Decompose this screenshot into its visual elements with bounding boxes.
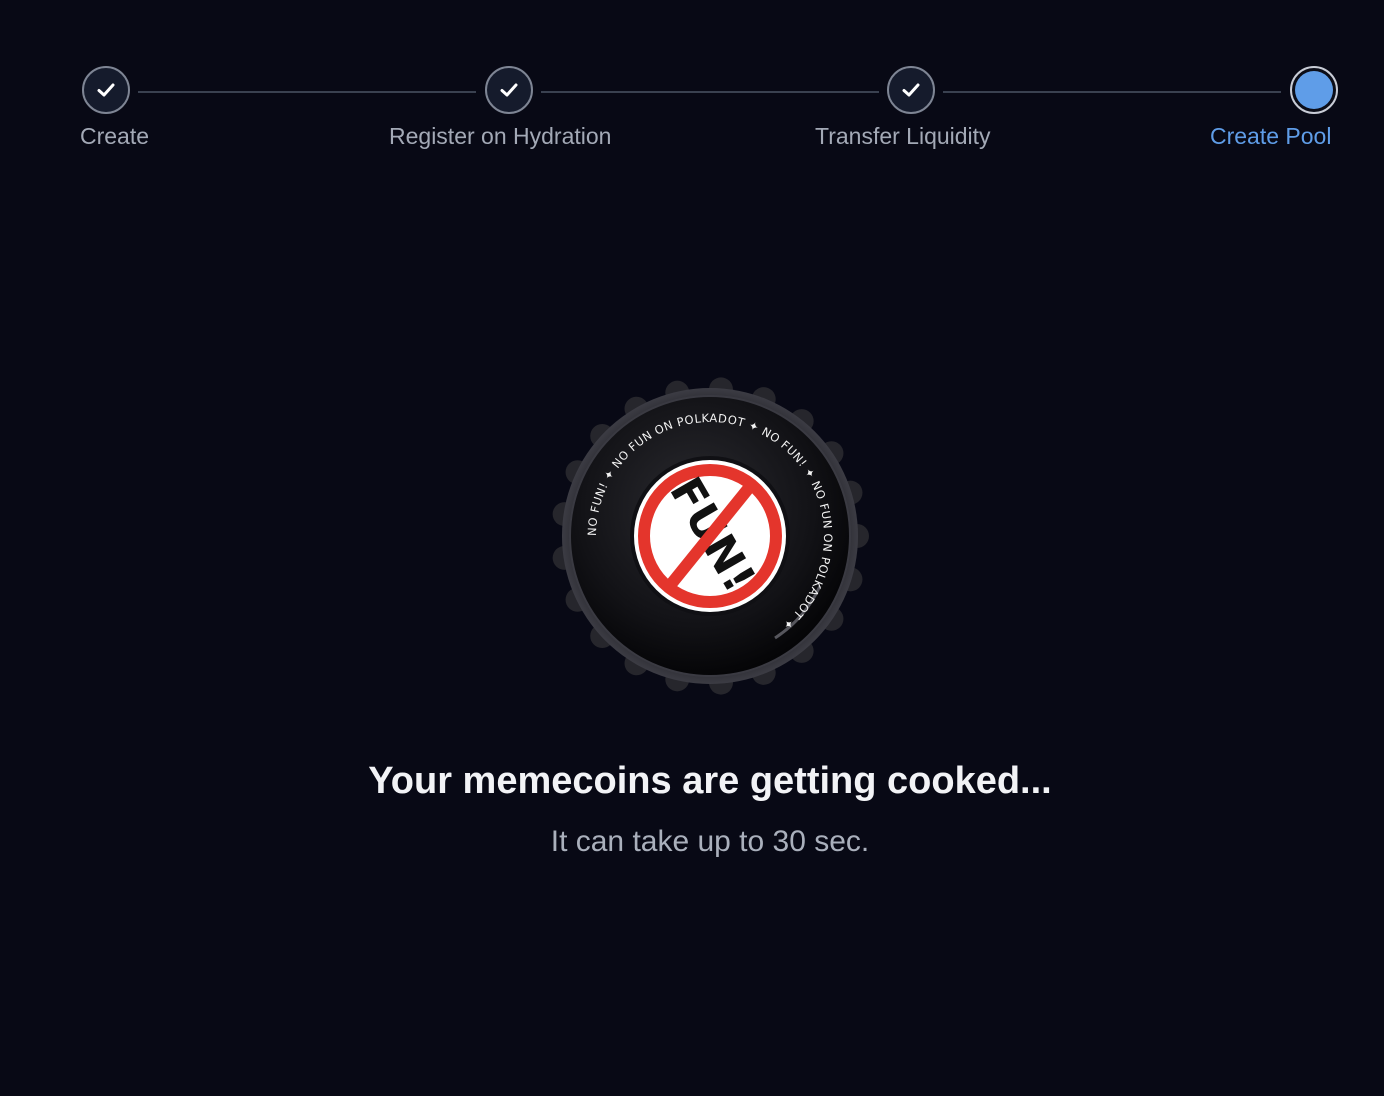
loading-headline: Your memecoins are getting cooked... — [368, 760, 1052, 802]
progress-stepper: Create Register on Hydration Transfer Li… — [0, 0, 1384, 170]
step-3-label: Transfer Liquidity — [815, 123, 991, 149]
check-icon — [900, 79, 922, 101]
current-step-dot — [1295, 71, 1333, 109]
stepper-connector-1 — [138, 91, 476, 93]
step-3-indicator — [887, 66, 935, 114]
stepper-connector-3 — [943, 91, 1281, 93]
bottle-cap-no-fun-icon: NO FUN! ✦ NO FUN ON POLKADOT ✦ NO FUN! ✦… — [550, 376, 870, 696]
step-1-label: Create — [80, 123, 150, 149]
step-2-indicator — [485, 66, 533, 114]
step-1-indicator — [82, 66, 130, 114]
step-4-indicator — [1290, 66, 1338, 114]
loading-subline: It can take up to 30 sec. — [550, 825, 870, 858]
step-4-label: Create Pool — [1210, 123, 1332, 149]
check-icon — [95, 79, 117, 101]
stepper-connector-2 — [541, 91, 879, 93]
check-icon — [498, 79, 520, 101]
step-2-label: Register on Hydration — [389, 123, 612, 149]
create-token-progress-page: Create Register on Hydration Transfer Li… — [0, 0, 1384, 1096]
